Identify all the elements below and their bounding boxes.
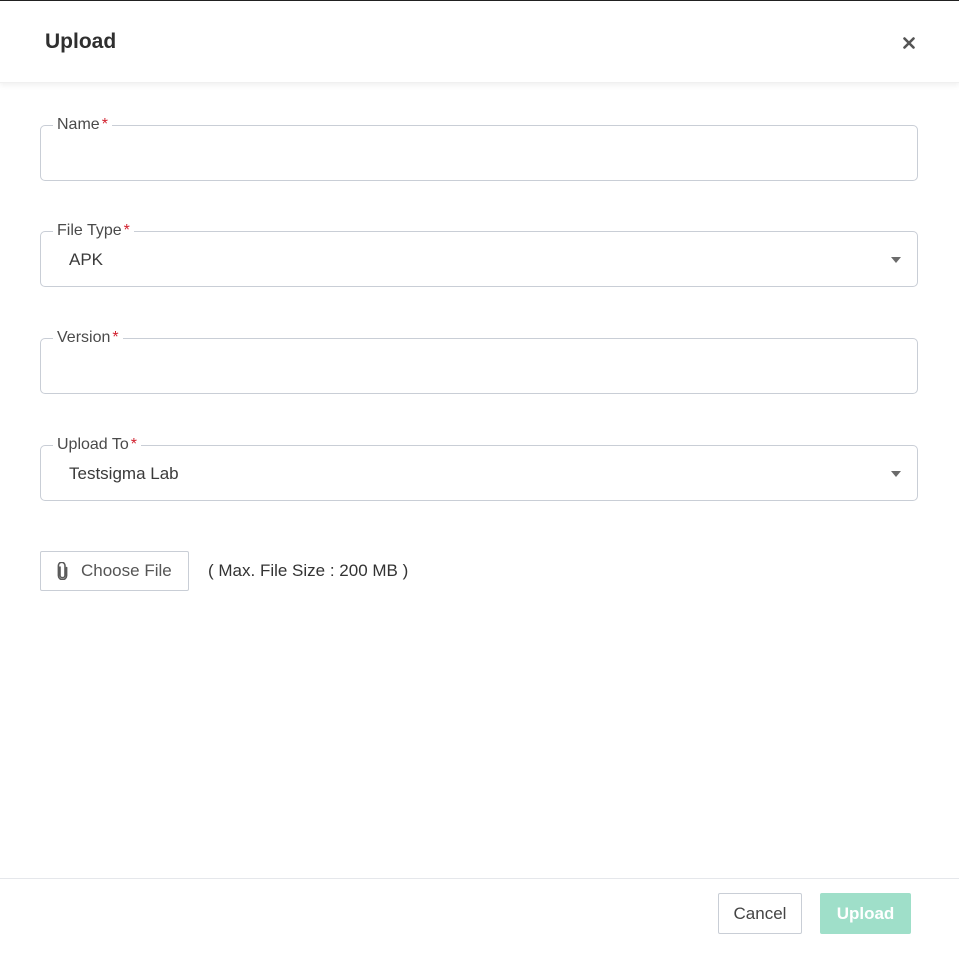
upload-to-label: Upload To * — [53, 436, 141, 454]
required-marker: * — [101, 116, 108, 133]
version-label: Version * — [53, 329, 123, 347]
choose-file-button[interactable]: Choose File — [40, 551, 189, 591]
version-field[interactable]: Version * — [40, 329, 918, 394]
close-button[interactable] — [898, 32, 920, 54]
name-field[interactable]: Name * — [40, 116, 918, 181]
max-file-size-note: ( Max. File Size : 200 MB ) — [208, 561, 409, 580]
required-marker: * — [123, 222, 130, 239]
upload-dialog: Upload Name * File Type * APK Version * Upl… — [0, 0, 959, 958]
name-label: Name * — [53, 116, 112, 134]
dialog-title: Upload — [45, 30, 117, 53]
chevron-down-icon — [891, 257, 901, 263]
upload-to-select[interactable]: Upload To * Testsigma Lab — [40, 436, 918, 501]
choose-file-label: Choose File — [81, 561, 172, 580]
required-marker: * — [130, 436, 137, 453]
upload-to-selected: Testsigma Lab — [69, 464, 179, 483]
upload-button[interactable]: Upload — [820, 893, 911, 934]
file-type-select[interactable]: File Type * APK — [40, 222, 918, 287]
chevron-down-icon — [891, 471, 901, 477]
file-type-selected: APK — [69, 250, 104, 269]
close-icon — [903, 37, 915, 49]
dialog-footer — [0, 878, 959, 958]
required-marker: * — [112, 329, 119, 346]
paperclip-icon — [56, 562, 69, 580]
cancel-button[interactable]: Cancel — [718, 893, 802, 934]
file-type-label: File Type * — [53, 222, 134, 240]
dialog-header: Upload — [0, 1, 959, 83]
